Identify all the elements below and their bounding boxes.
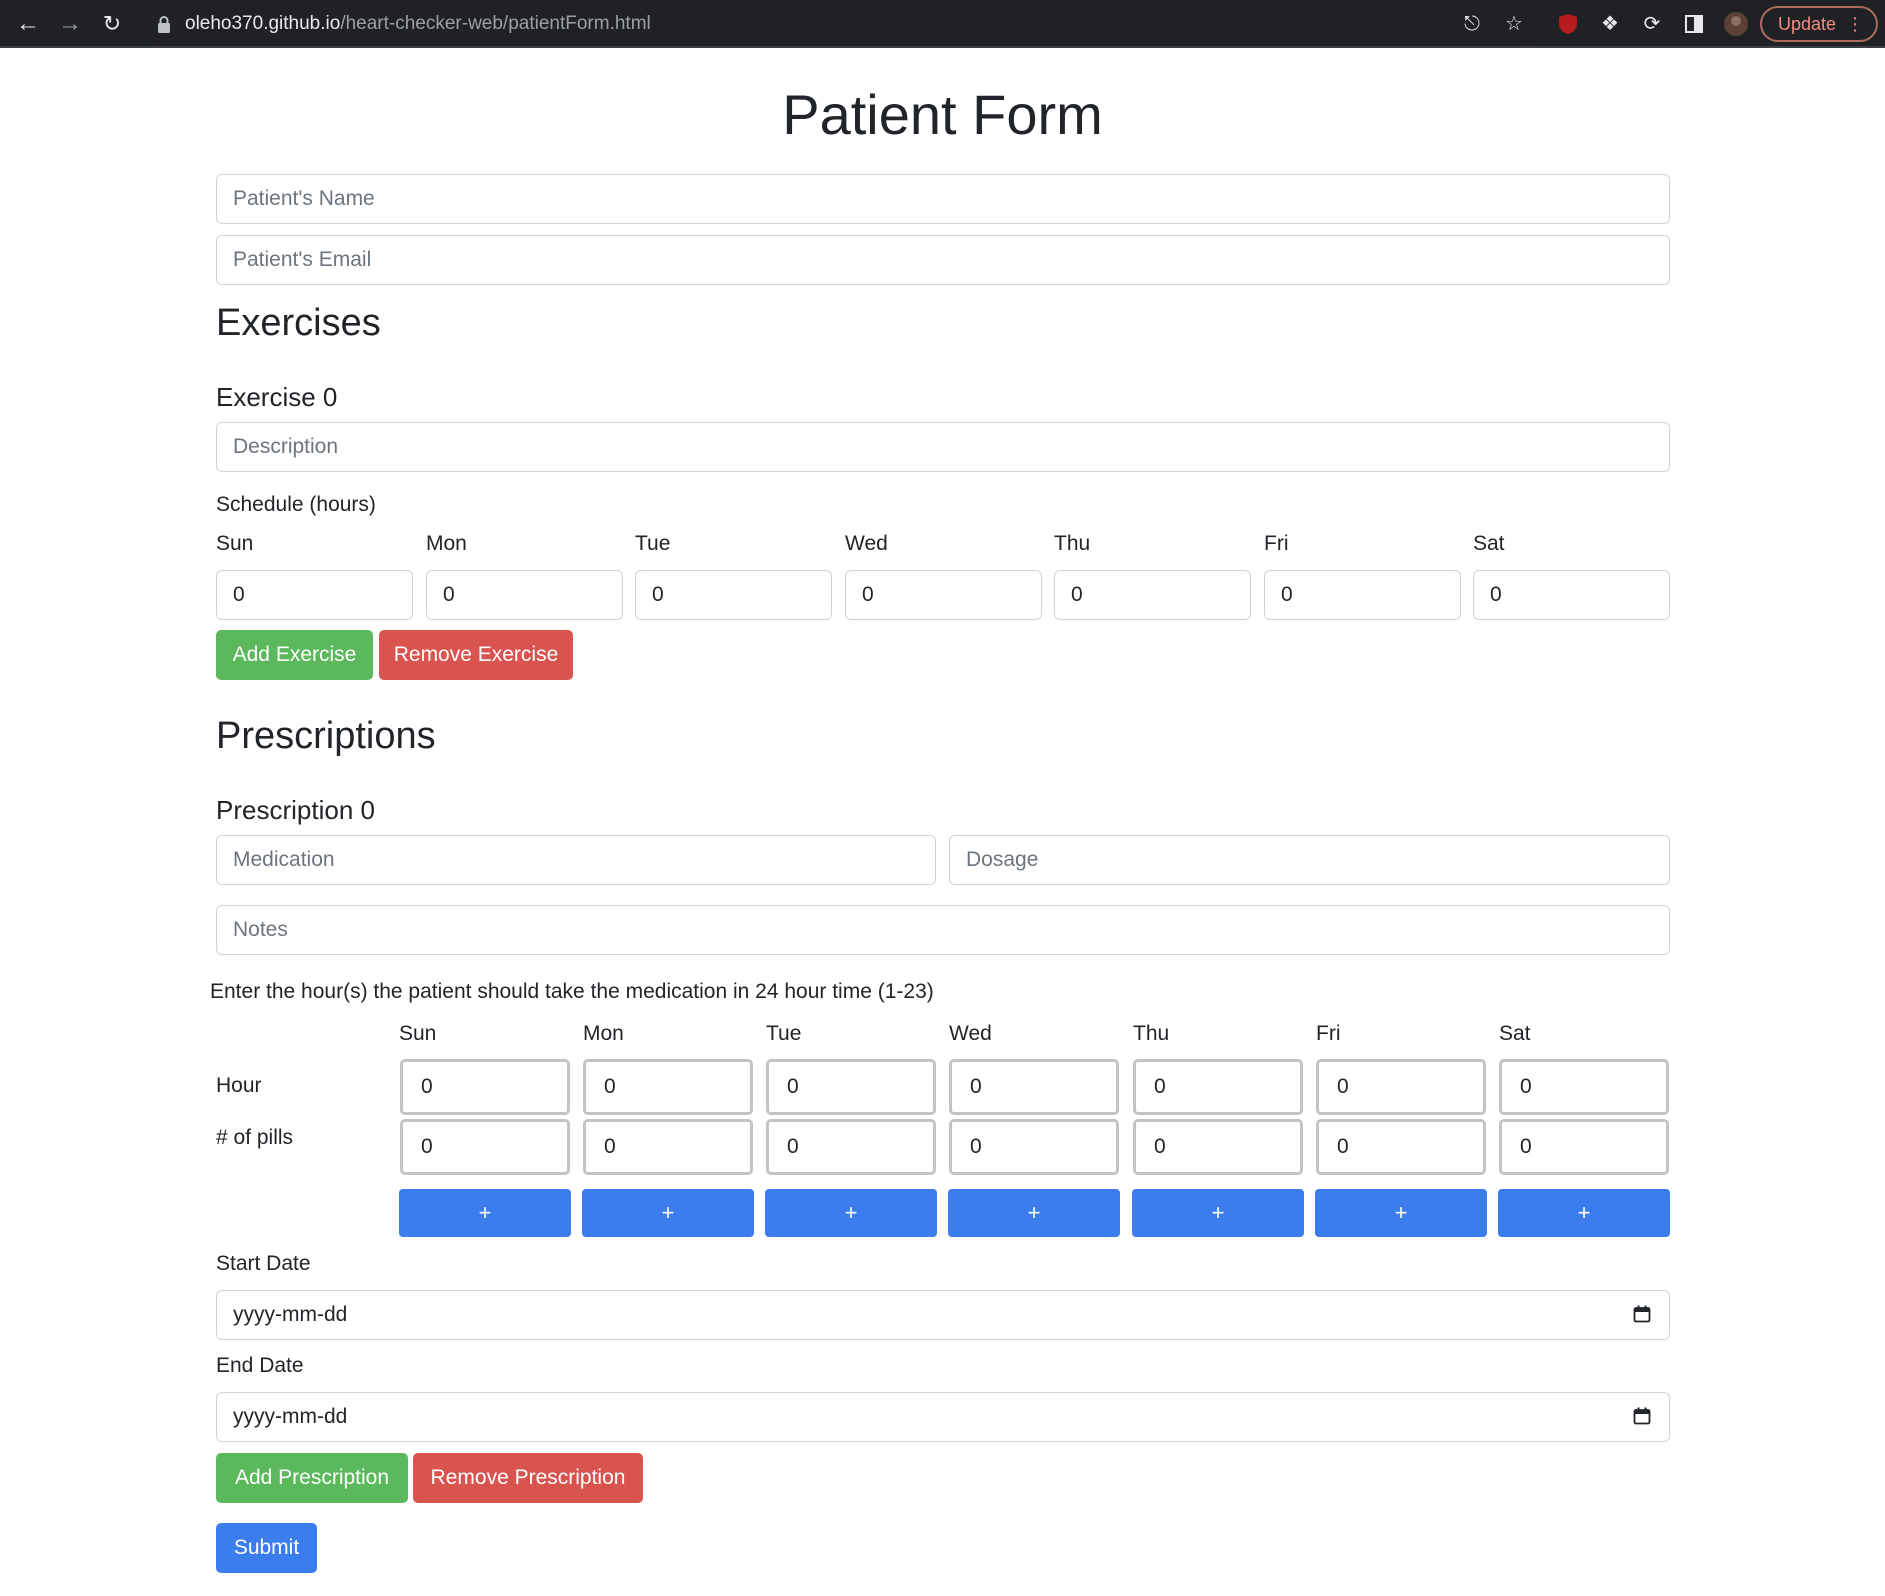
hour-input-tue[interactable]: 0	[766, 1059, 936, 1115]
address-bar[interactable]: oleho370.github.io/heart-checker-web/pat…	[143, 6, 1543, 42]
hour-row-label: Hour	[216, 1074, 262, 1097]
exercise-hours-input-wed[interactable]: 0	[845, 570, 1042, 620]
add-time-slot-button-mon[interactable]: +	[582, 1189, 754, 1237]
prescription-day-label: Mon	[583, 1022, 624, 1045]
calendar-icon[interactable]	[1633, 1305, 1651, 1323]
submit-button[interactable]: Submit	[216, 1523, 317, 1573]
hour-input-fri[interactable]: 0	[1316, 1059, 1486, 1115]
prescription-day-label: Sun	[399, 1022, 437, 1045]
schedule-label: Schedule (hours)	[216, 493, 376, 516]
exercise-day-label: Tue	[635, 532, 671, 555]
update-label: Update	[1778, 14, 1837, 34]
url-host: oleho370.github.io	[185, 13, 341, 34]
exercise-day-label: Thu	[1054, 532, 1091, 555]
ublock-extension-icon[interactable]	[1554, 10, 1582, 38]
exercise-hours-input-mon[interactable]: 0	[426, 570, 623, 620]
hour-input-mon[interactable]: 0	[583, 1059, 753, 1115]
reload-icon[interactable]: ↻	[98, 10, 126, 38]
dosage-input[interactable]: Dosage	[949, 835, 1670, 885]
pills-input-fri[interactable]: 0	[1316, 1119, 1486, 1175]
exercise-description-input[interactable]: Description	[216, 422, 1670, 472]
add-time-slot-button-sun[interactable]: +	[399, 1189, 571, 1237]
patient-email-input[interactable]: Patient's Email	[216, 235, 1670, 285]
more-menu-icon: ⋮	[1846, 14, 1864, 34]
forward-arrow-icon[interactable]: →	[56, 10, 84, 38]
patient-name-input[interactable]: Patient's Name	[216, 174, 1670, 224]
update-button[interactable]: Update ⋮	[1760, 6, 1878, 42]
end-date-input[interactable]: yyyy-mm-dd	[216, 1392, 1670, 1442]
add-prescription-button[interactable]: Add Prescription	[216, 1453, 408, 1503]
pills-row-label: # of pills	[216, 1126, 294, 1149]
prescription-title: Prescription 0	[216, 795, 375, 825]
exercise-hours-input-tue[interactable]: 0	[635, 570, 832, 620]
lock-icon	[158, 16, 170, 33]
hour-input-sat[interactable]: 0	[1499, 1059, 1669, 1115]
page-title: Patient Form	[782, 83, 1103, 146]
exercise-hours-input-sat[interactable]: 0	[1473, 570, 1670, 620]
start-date-placeholder: yyyy-mm-dd	[233, 1303, 348, 1326]
prescriptions-heading: Prescriptions	[216, 715, 436, 757]
add-exercise-button[interactable]: Add Exercise	[216, 630, 373, 680]
pills-input-tue[interactable]: 0	[766, 1119, 936, 1175]
back-arrow-icon[interactable]: ←	[14, 10, 42, 38]
hour-input-sun[interactable]: 0	[400, 1059, 570, 1115]
hours-instruction-text: Enter the hour(s) the patient should tak…	[210, 980, 934, 1003]
url-path: /heart-checker-web/patientForm.html	[340, 13, 651, 34]
pills-input-sat[interactable]: 0	[1499, 1119, 1669, 1175]
exercise-hours-input-thu[interactable]: 0	[1054, 570, 1251, 620]
exercise-day-label: Sat	[1473, 532, 1505, 555]
prescription-day-label: Sat	[1499, 1022, 1531, 1045]
extensions-puzzle-icon[interactable]: ❖	[1596, 10, 1624, 38]
remove-prescription-button[interactable]: Remove Prescription	[413, 1453, 643, 1503]
add-time-slot-button-tue[interactable]: +	[765, 1189, 937, 1237]
start-date-input[interactable]: yyyy-mm-dd	[216, 1290, 1670, 1340]
side-panel-icon[interactable]	[1680, 10, 1708, 38]
exercise-hours-input-fri[interactable]: 0	[1264, 570, 1461, 620]
url-text: oleho370.github.io/heart-checker-web/pat…	[185, 13, 651, 35]
prescription-day-label: Fri	[1316, 1022, 1341, 1045]
exercise-hours-input-sun[interactable]: 0	[216, 570, 413, 620]
medication-input[interactable]: Medication	[216, 835, 936, 885]
exercise-title: Exercise 0	[216, 382, 338, 412]
exercise-day-label: Sun	[216, 532, 254, 555]
add-time-slot-button-wed[interactable]: +	[948, 1189, 1120, 1237]
calendar-icon[interactable]	[1633, 1407, 1651, 1425]
bookmark-star-icon[interactable]: ☆	[1500, 10, 1528, 38]
hour-input-wed[interactable]: 0	[949, 1059, 1119, 1115]
exercise-day-label: Wed	[845, 532, 888, 555]
add-time-slot-button-sat[interactable]: +	[1498, 1189, 1670, 1237]
exercises-heading: Exercises	[216, 302, 381, 344]
notes-input[interactable]: Notes	[216, 905, 1670, 955]
exercise-day-label: Fri	[1264, 532, 1289, 555]
sync-icon[interactable]: ⟳	[1638, 10, 1666, 38]
prescription-day-label: Thu	[1133, 1022, 1170, 1045]
hour-input-thu[interactable]: 0	[1133, 1059, 1303, 1115]
pills-input-sun[interactable]: 0	[400, 1119, 570, 1175]
pills-input-thu[interactable]: 0	[1133, 1119, 1303, 1175]
profile-avatar[interactable]	[1722, 10, 1750, 38]
exercise-day-label: Mon	[426, 532, 467, 555]
add-time-slot-button-thu[interactable]: +	[1132, 1189, 1304, 1237]
prescription-day-label: Tue	[766, 1022, 802, 1045]
browser-toolbar: ← → ↻ oleho370.github.io/heart-checker-w…	[0, 0, 1885, 48]
start-date-label: Start Date	[216, 1252, 311, 1275]
pills-input-wed[interactable]: 0	[949, 1119, 1119, 1175]
add-time-slot-button-fri[interactable]: +	[1315, 1189, 1487, 1237]
remove-exercise-button[interactable]: Remove Exercise	[379, 630, 573, 680]
prescription-day-label: Wed	[949, 1022, 992, 1045]
end-date-placeholder: yyyy-mm-dd	[233, 1405, 348, 1428]
pills-input-mon[interactable]: 0	[583, 1119, 753, 1175]
end-date-label: End Date	[216, 1354, 304, 1377]
share-icon[interactable]: ⎋	[1458, 10, 1486, 38]
